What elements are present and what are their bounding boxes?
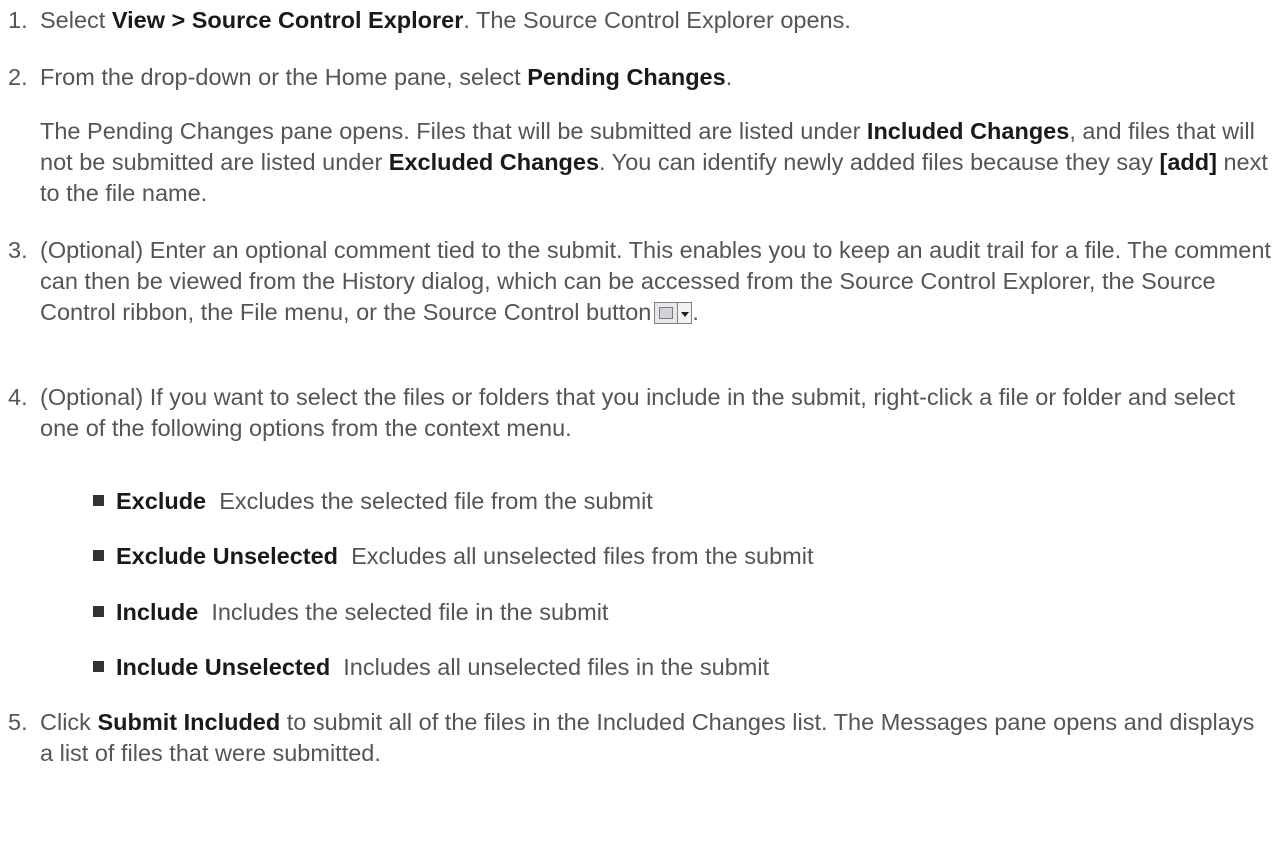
step-text: From the drop-down or the Home pane, sel…	[40, 62, 1272, 93]
option-desc: Excludes all unselected files from the s…	[351, 543, 814, 569]
step-number: 3.	[8, 237, 28, 263]
menu-path-label: View > Source Control Explorer	[111, 7, 464, 33]
step-number: 5.	[8, 709, 28, 735]
pending-changes-label: Pending Changes	[527, 64, 726, 90]
document-body: 1. Select View > Source Control Explorer…	[0, 0, 1278, 846]
step-2-paragraph: The Pending Changes pane opens. Files th…	[40, 116, 1272, 209]
option-name: Include Unselected	[116, 654, 331, 680]
step-text: Click Submit Included to submit all of t…	[40, 707, 1272, 769]
step-text-pre: From the drop-down or the Home pane, sel…	[40, 64, 528, 90]
source-control-button-icon	[654, 302, 693, 324]
submit-included-label: Submit Included	[97, 709, 281, 735]
step-number: 1.	[8, 7, 28, 33]
option-name: Exclude Unselected	[116, 543, 339, 569]
bullet-icon	[93, 550, 104, 561]
step-text-tail: .	[692, 299, 699, 325]
step-text-post: .	[725, 64, 733, 90]
bullet-icon	[93, 661, 104, 672]
step-text: Select View > Source Control Explorer. T…	[40, 5, 1272, 36]
para-text: . You can identify newly added files bec…	[599, 149, 1160, 175]
bullet-icon	[93, 606, 104, 617]
option-desc: Includes all unselected files in the sub…	[343, 654, 770, 680]
step-text: (Optional) Enter an optional comment tie…	[40, 235, 1272, 328]
chevron-down-icon	[681, 312, 690, 317]
step-text-pre: Click	[40, 709, 98, 735]
option-name: Exclude	[116, 488, 207, 514]
step-number: 2.	[8, 64, 28, 90]
excluded-changes-label: Excluded Changes	[388, 149, 600, 175]
bullet-icon	[93, 495, 104, 506]
included-changes-label: Included Changes	[866, 118, 1070, 144]
option-desc: Excludes the selected file from the subm…	[219, 488, 653, 514]
step-text-pre: Select	[40, 7, 112, 33]
step-text-post: . The Source Control Explorer opens.	[463, 7, 851, 33]
step-number: 4.	[8, 384, 28, 410]
add-tag-label: [add]	[1159, 149, 1217, 175]
step-text: (Optional) If you want to select the fil…	[40, 384, 1236, 441]
option-name: Include	[116, 599, 199, 625]
option-desc: Includes the selected file in the submit	[211, 599, 609, 625]
para-text: The Pending Changes pane opens. Files th…	[40, 118, 867, 144]
